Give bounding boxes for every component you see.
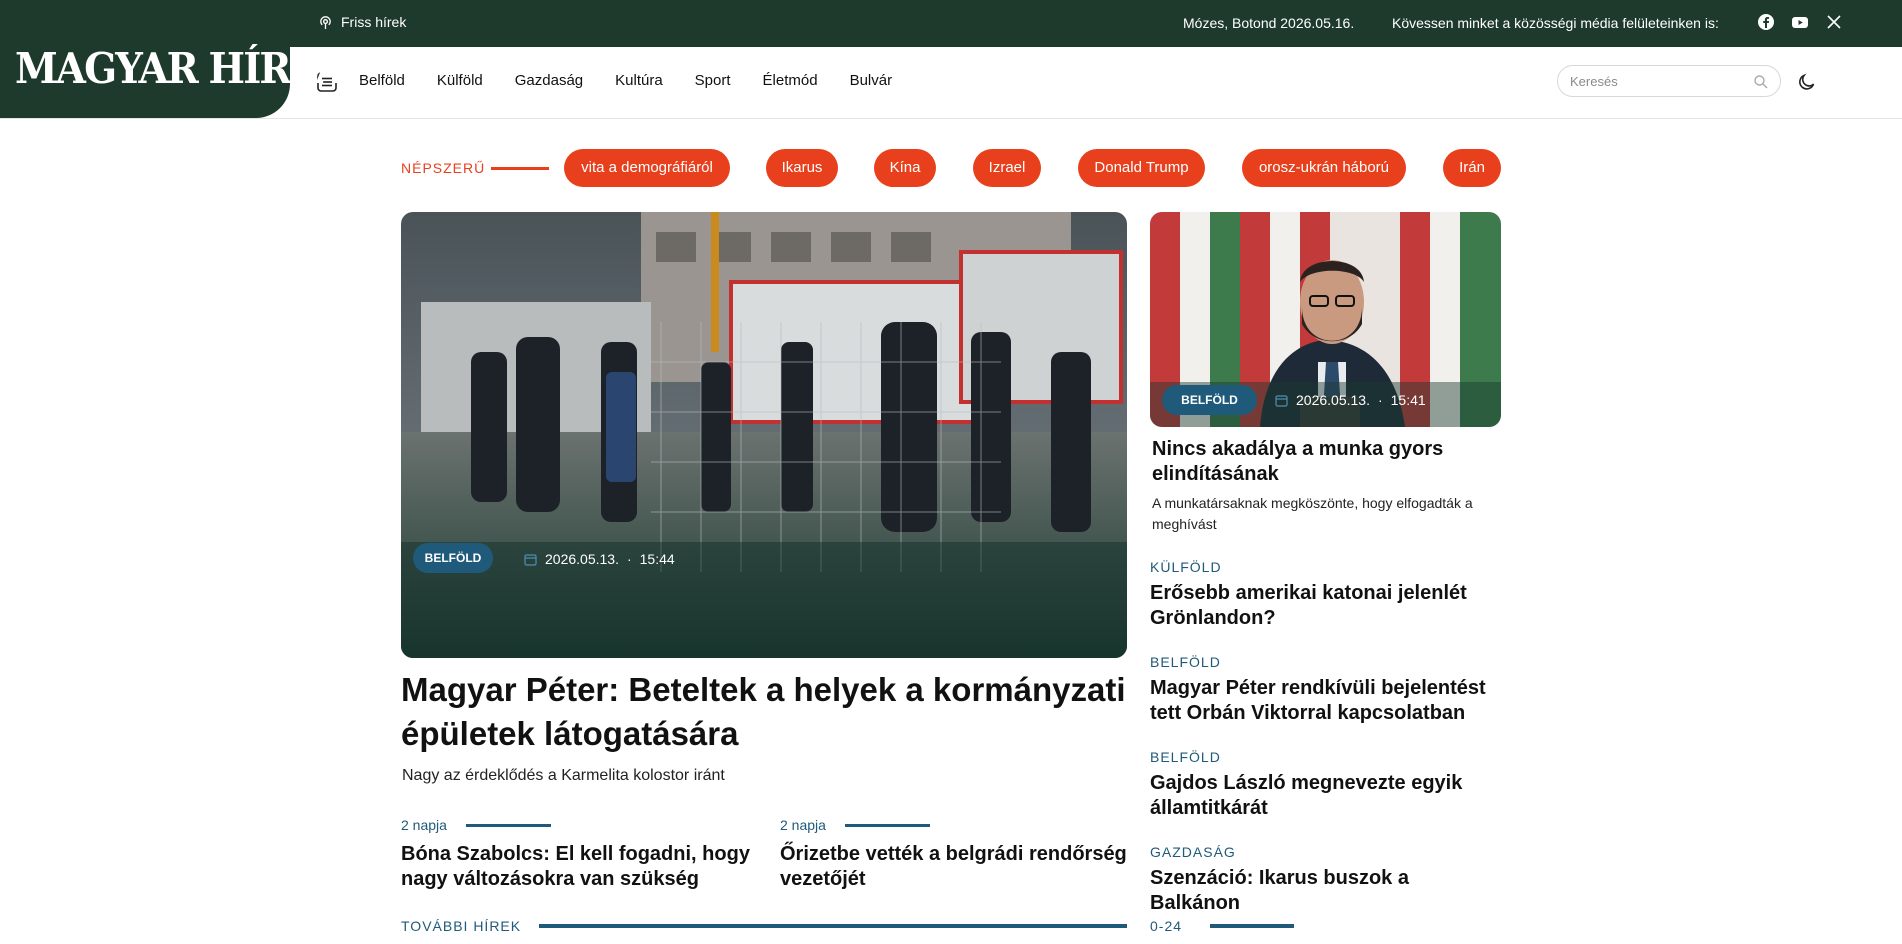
side-list-title[interactable]: Gajdos László megnevezte egyik államtitk… (1150, 771, 1500, 821)
side-feature-title[interactable]: Nincs akadálya a munka gyors elindításán… (1152, 437, 1492, 487)
facebook-icon[interactable] (1757, 13, 1775, 31)
date-separator: · (626, 551, 632, 567)
calendar-icon (524, 553, 537, 566)
nameday-date: Mózes, Botond 2026.05.16. (1183, 15, 1355, 31)
side-category-badge[interactable]: BELFÖLD (1162, 385, 1257, 415)
side-date-value: 2026.05.13. (1296, 392, 1370, 408)
date-separator: · (1377, 392, 1383, 408)
side-list-title[interactable]: Erősebb amerikai katonai jelenlét Grönla… (1150, 581, 1500, 631)
side-list-category[interactable]: BELFÖLD (1150, 749, 1221, 765)
day-news-divider (1210, 924, 1294, 928)
small-article-time: 2 napja (780, 817, 826, 833)
social-links (1757, 13, 1843, 31)
search-box (1557, 65, 1781, 97)
popular-divider (491, 167, 549, 170)
search-input[interactable] (1570, 72, 1745, 90)
side-feature-image[interactable]: BELFÖLD 2026.05.13. · 15:41 (1150, 212, 1501, 427)
nav-item-gazdasag[interactable]: Gazdaság (515, 72, 583, 89)
small-article-divider (466, 824, 551, 827)
small-article-title[interactable]: Őrizetbe vették a belgrádi rendőrség vez… (780, 842, 1140, 892)
live-news-label: Friss hírek (341, 14, 407, 30)
hero-date: 2026.05.13. · 15:44 (524, 551, 675, 567)
small-article-title[interactable]: Bóna Szabolcs: El kell fogadni, hogy nag… (401, 842, 761, 892)
more-news-label[interactable]: TOVÁBBI HÍREK (401, 918, 521, 934)
hero-article-title[interactable]: Magyar Péter: Beteltek a helyek a kormán… (401, 668, 1127, 756)
side-list-category[interactable]: GAZDASÁG (1150, 844, 1236, 860)
side-list-category[interactable]: BELFÖLD (1150, 654, 1221, 670)
popular-tag[interactable]: Donald Trump (1078, 149, 1205, 187)
category-nav: Belföld Külföld Gazdaság Kultúra Sport É… (359, 72, 924, 89)
broadcast-icon (318, 15, 333, 30)
hero-photo (401, 212, 1127, 658)
nav-item-sport[interactable]: Sport (695, 72, 731, 89)
more-news-divider (539, 924, 1127, 928)
side-feature-lead: A munkatársaknak megköszönte, hogy elfog… (1152, 495, 1473, 532)
side-time-value: 15:41 (1390, 392, 1426, 408)
small-article-time: 2 napja (401, 817, 447, 833)
side-date: 2026.05.13. · 15:41 (1275, 392, 1426, 408)
day-news-label[interactable]: 0-24 (1150, 918, 1182, 934)
calendar-icon (1275, 394, 1288, 407)
nav-item-kultura[interactable]: Kultúra (615, 72, 663, 89)
small-article-divider (845, 824, 930, 827)
popular-tag[interactable]: Kína (874, 149, 936, 187)
x-icon[interactable] (1825, 13, 1843, 31)
popular-label: NÉPSZERŰ (401, 160, 486, 176)
popular-tag[interactable]: Ikarus (766, 149, 838, 187)
popular-tag[interactable]: Izrael (973, 149, 1041, 187)
popular-tag[interactable]: Irán (1443, 149, 1501, 187)
live-news-link[interactable]: Friss hírek (318, 14, 406, 30)
hero-time-value: 15:44 (639, 551, 675, 567)
nav-item-eletmod[interactable]: Életmód (763, 72, 818, 89)
hero-date-value: 2026.05.13. (545, 551, 619, 567)
hero-article-lead: Nagy az érdeklődés a Karmelita kolostor … (402, 767, 725, 784)
dark-mode-toggle-icon[interactable] (1796, 71, 1818, 93)
nav-item-bulvar[interactable]: Bulvár (850, 72, 893, 89)
nav-item-kulfold[interactable]: Külföld (437, 72, 483, 89)
side-list-title[interactable]: Magyar Péter rendkívüli bejelentést tett… (1150, 676, 1500, 726)
hero-category-badge[interactable]: BELFÖLD (413, 543, 493, 573)
search-icon[interactable] (1753, 74, 1768, 89)
logo-text: MAGYAR HÍRLAP (15, 44, 372, 93)
side-list-title[interactable]: Szenzáció: Ikarus buszok a Balkánon (1150, 866, 1500, 916)
site-logo[interactable]: MAGYAR HÍRLAP (0, 0, 372, 118)
side-list-category[interactable]: KÜLFÖLD (1150, 559, 1222, 575)
popular-tag[interactable]: vita a demográfiáról (564, 149, 730, 187)
youtube-icon[interactable] (1791, 13, 1809, 31)
hero-article-image[interactable]: BELFÖLD 2026.05.13. · 15:44 (401, 212, 1127, 658)
popular-tag[interactable]: orosz-ukrán háború (1242, 149, 1406, 187)
follow-text: Kövessen minket a közösségi média felüle… (1392, 15, 1719, 31)
